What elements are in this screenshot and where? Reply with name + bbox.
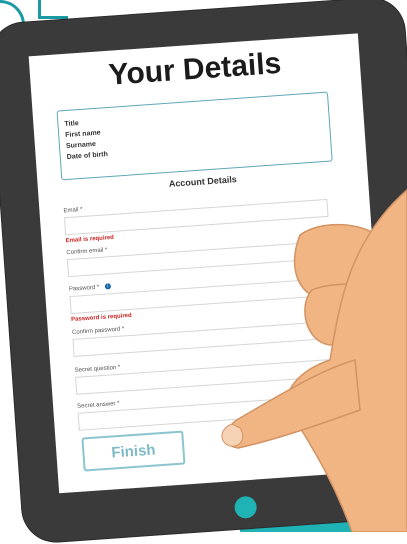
home-button[interactable] [233,495,258,520]
info-icon[interactable]: i [104,283,112,290]
decorative-line [38,16,68,19]
page-title: Your Details [107,46,283,92]
secret-answer-field-group: Secret answer * [77,386,343,431]
personal-info-box: Title First name Surname Date of birth [56,91,333,181]
tablet-device: Your Details Title First name Surname Da… [0,0,407,544]
password-label: Password * [68,284,100,293]
finish-button[interactable]: Finish [81,430,186,472]
tablet-screen: Your Details Title First name Surname Da… [28,33,389,494]
